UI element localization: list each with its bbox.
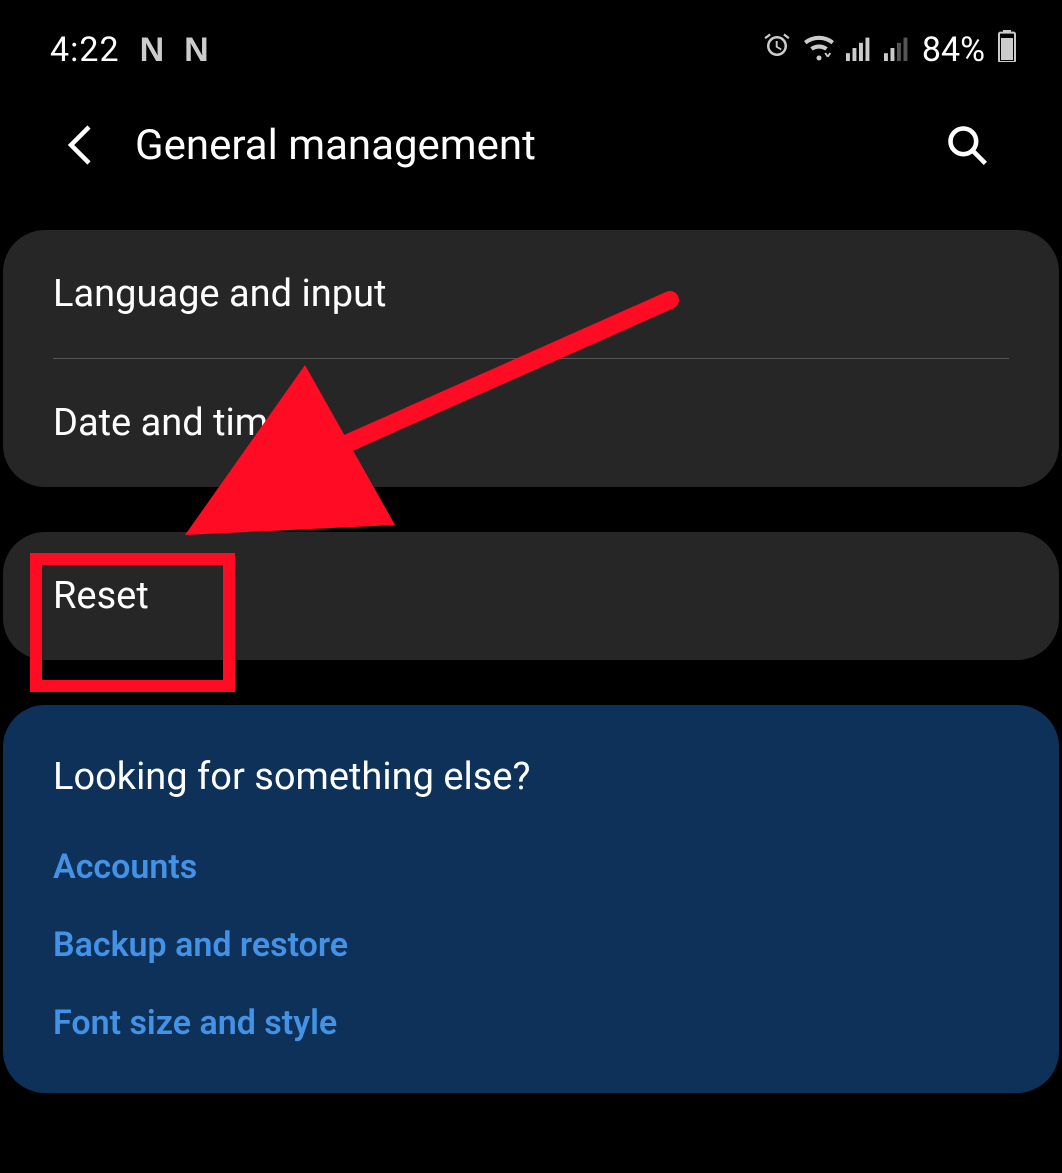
search-button[interactable] [942, 120, 992, 170]
date-and-time-item[interactable]: Date and time [3, 359, 1059, 487]
suggestions-card: Looking for something else? Accounts Bac… [3, 705, 1059, 1093]
language-and-input-item[interactable]: Language and input [3, 230, 1059, 358]
app-notification-icon-1: N [140, 31, 165, 70]
accounts-link[interactable]: Accounts [53, 847, 1009, 887]
backup-restore-link[interactable]: Backup and restore [53, 925, 1009, 965]
alarm-icon [762, 31, 792, 69]
suggestions-title: Looking for something else? [53, 755, 1009, 799]
signal-icon-1 [846, 31, 872, 69]
search-icon [945, 123, 989, 167]
status-bar-left: 4:22 N N [50, 30, 209, 70]
chevron-left-icon [67, 124, 93, 166]
app-notification-icon-2: N [184, 31, 209, 70]
battery-icon [997, 30, 1017, 70]
status-bar-right: 84% [762, 30, 1017, 70]
settings-group-2: Reset [3, 532, 1059, 660]
battery-percentage: 84% [922, 30, 985, 70]
status-time: 4:22 [50, 30, 120, 70]
settings-group-1: Language and input Date and time [3, 230, 1059, 487]
status-bar: 4:22 N N [0, 0, 1062, 80]
page-title: General management [135, 121, 942, 170]
back-button[interactable] [55, 120, 105, 170]
signal-icon-2 [884, 31, 910, 69]
font-size-style-link[interactable]: Font size and style [53, 1003, 1009, 1043]
reset-item[interactable]: Reset [3, 532, 1059, 660]
wifi-icon [804, 31, 834, 69]
page-header: General management [0, 80, 1062, 230]
